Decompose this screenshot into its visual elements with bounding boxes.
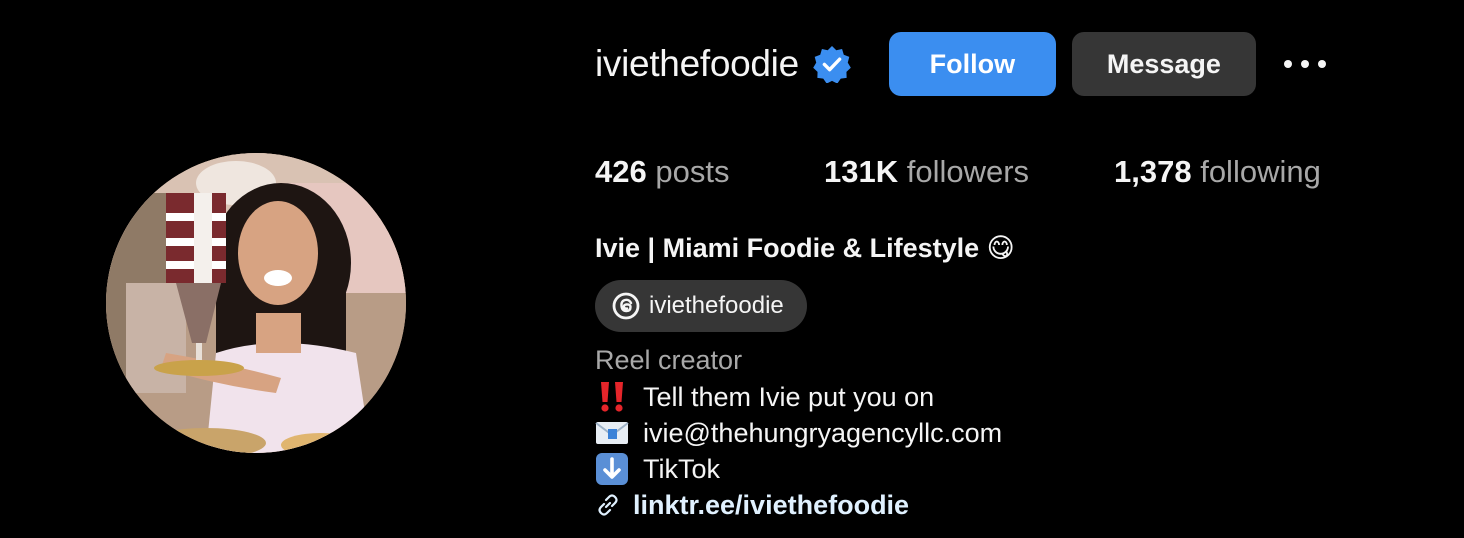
following-count: 1,378 bbox=[1114, 154, 1192, 189]
bio-line-3: TikTok bbox=[595, 452, 720, 486]
more-options-icon[interactable] bbox=[1283, 44, 1326, 84]
profile-avatar[interactable] bbox=[106, 153, 406, 453]
follow-button[interactable]: Follow bbox=[888, 32, 1056, 96]
profile-header: iviethefoodie Follow Message 426 posts 1… bbox=[0, 0, 1464, 538]
posts-stat: 426 posts bbox=[595, 154, 729, 190]
threads-handle: iviethefoodie bbox=[649, 292, 784, 319]
followers-stat[interactable]: 131K followers bbox=[824, 154, 1029, 190]
message-button[interactable]: Message bbox=[1071, 32, 1256, 96]
profile-category: Reel creator bbox=[595, 345, 743, 375]
posts-label: posts bbox=[655, 154, 730, 189]
following-stat[interactable]: 1,378 following bbox=[1114, 154, 1321, 190]
header-row: iviethefoodie Follow Message bbox=[595, 32, 1326, 96]
envelope-icon bbox=[595, 416, 629, 450]
bio-text-3: TikTok bbox=[643, 453, 721, 484]
bio-link-line[interactable]: linktr.ee/iviethefoodie bbox=[595, 488, 909, 522]
following-label: following bbox=[1200, 154, 1321, 189]
bio-email: ivie@thehungryagencyllc.com bbox=[643, 417, 1003, 448]
bio-line-2: ivie@thehungryagencyllc.com bbox=[595, 416, 1002, 450]
bio-text-1: Tell them Ivie put you on bbox=[643, 381, 935, 412]
double-exclamation-icon bbox=[595, 380, 629, 414]
followers-count: 131K bbox=[824, 154, 899, 189]
threads-icon bbox=[611, 291, 641, 321]
link-icon bbox=[595, 488, 621, 522]
bio-external-link[interactable]: linktr.ee/iviethefoodie bbox=[633, 490, 909, 521]
more-dot bbox=[1317, 60, 1326, 68]
verified-badge-icon bbox=[813, 45, 851, 83]
username: iviethefoodie bbox=[595, 43, 799, 84]
threads-link-button[interactable]: iviethefoodie bbox=[595, 280, 807, 332]
posts-count: 426 bbox=[595, 154, 647, 189]
more-dot bbox=[1300, 60, 1309, 68]
full-name: Ivie | Miami Foodie & Lifestyle 😋 bbox=[595, 233, 1015, 263]
bio-line-1: Tell them Ivie put you on bbox=[595, 380, 934, 414]
avatar-image bbox=[106, 153, 406, 453]
followers-label: followers bbox=[906, 154, 1030, 189]
more-dot bbox=[1283, 60, 1292, 68]
down-arrow-icon bbox=[595, 452, 629, 486]
